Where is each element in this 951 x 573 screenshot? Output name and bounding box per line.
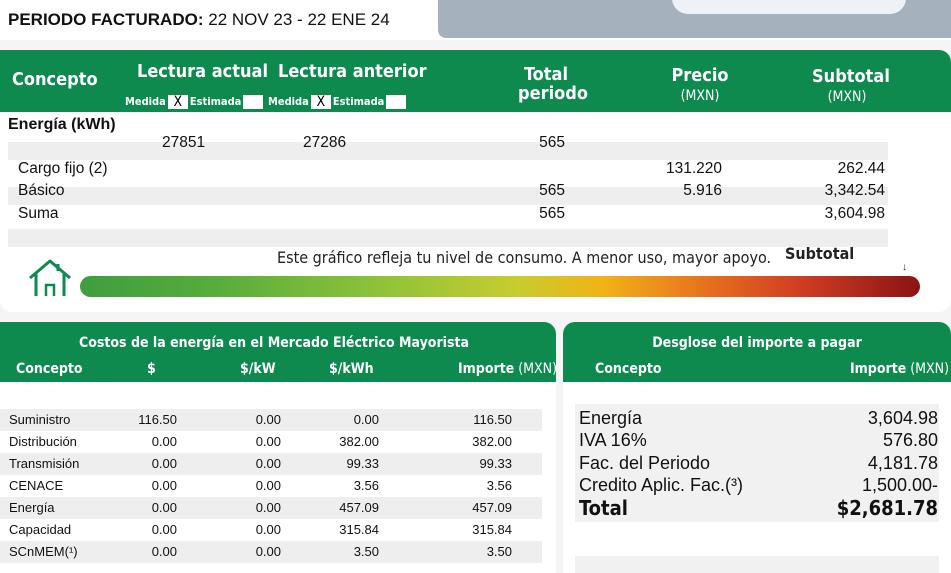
row-amount: 315.84 [472,522,512,537]
row-amount: 3.50 [486,544,512,559]
breakdown-concept: Energía [579,408,643,428]
breakdown-amount: 1,500.00- [861,475,938,495]
row-stripe [8,229,888,247]
market-costs-title: Costos de la energía en el Mercado Eléct… [78,335,469,351]
row-per-kw: 0.00 [255,478,281,493]
col-price: Precio (MXN) [671,65,729,104]
col-concept: Concepto [16,361,83,377]
header-bubble [672,0,906,14]
total-label: Total [579,496,628,520]
row-per-kwh: 457.09 [339,500,379,515]
charge-concept: Suma [18,205,59,222]
gauge-marker-icon: ↓ [902,262,907,273]
energy-section-title: Energía (kWh) [8,116,116,133]
charge-total: 565 [539,182,565,199]
breakdown-panel [575,556,939,573]
table-row: Transmisión 0.00 0.00 99.33 99.33 [0,453,542,475]
consumption-gauge-bar [80,276,920,297]
row-per-kw: 0.00 [255,500,281,515]
total-period-value: 565 [539,134,565,151]
col-concept: Concepto [595,361,662,377]
table-row: Capacidad 0.00 0.00 315.84 315.84 [0,519,556,541]
row-concept: Transmisión [9,456,80,471]
row-dollars: 0.00 [151,478,177,493]
row-dollars: 0.00 [151,456,177,471]
breakdown-amount: 4,181.78 [867,453,938,473]
table-row: SCnMEM(¹) 0.00 0.00 3.50 3.50 [0,541,542,563]
col-total-period: Total periodo [518,64,588,104]
row-amount: 382.00 [472,434,512,449]
row-per-kw: 0.00 [255,522,281,537]
row-dollars: 0.00 [151,500,177,515]
breakdown-concept: Fac. del Periodo [579,453,711,473]
row-dollars: 0.00 [151,544,177,559]
row-dollars: 116.50 [138,412,177,427]
previous-reading-value: 27286 [303,134,347,151]
col-amount: Importe (MXN) [850,361,950,377]
row-amount: 99.33 [479,456,512,471]
measured-check: X [310,94,331,109]
col-per-kw: $/kW [240,361,276,377]
previous-reading-flags: Medida X Estimada [268,91,408,110]
gauge-label: Subtotal [785,244,855,263]
col-subtotal: Subtotal (MXN) [812,66,890,105]
total-amount: $2,681.78 [836,496,938,520]
current-reading-value: 27851 [162,134,206,151]
charge-price: 5.916 [683,182,722,199]
table-row: Suministro 116.50 0.00 0.00 116.50 [0,409,542,431]
charge-subtotal: 262.44 [837,160,885,177]
row-stripe [8,142,888,160]
col-dollars: $ [147,361,156,377]
house-icon [29,259,71,296]
col-concept: Concepto [12,69,98,90]
payment-breakdown-title: Desglose del importe a pagar [652,335,862,351]
breakdown-amount: 576.80 [882,430,938,450]
row-dollars: 0.00 [151,522,177,537]
charge-subtotal: 3,342.54 [824,182,885,199]
current-reading-flags: Medida X Estimada [125,91,265,110]
row-per-kwh: 0.00 [353,412,379,427]
row-per-kw: 0.00 [255,412,281,427]
row-per-kwh: 315.84 [339,522,379,537]
row-per-kwh: 3.50 [353,544,379,559]
row-amount: 457.09 [472,500,512,515]
table-row: Distribución 0.00 0.00 382.00 382.00 [0,431,556,453]
charge-price: 131.220 [665,160,722,177]
row-concept: Suministro [9,412,71,427]
table-row: CENACE 0.00 0.00 3.56 3.56 [0,475,556,497]
billing-period: PERIODO FACTURADO: 22 NOV 23 - 22 ENE 24 [8,10,390,29]
row-stripe [8,187,888,205]
row-concept: CENACE [9,478,64,493]
row-per-kw: 0.00 [255,544,281,559]
charge-concept: Cargo fijo (2) [18,160,108,177]
col-per-kwh: $/kWh [329,361,374,377]
row-concept: Distribución [9,434,77,449]
breakdown-amount: 3,604.98 [867,408,938,428]
col-previous-reading: Lectura anterior [278,61,427,82]
measured-check: X [167,94,188,109]
row-per-kw: 0.00 [255,456,281,471]
gauge-caption: Este gráfico refleja tu nivel de consumo… [277,248,772,267]
row-per-kwh: 3.56 [353,478,379,493]
breakdown-concept: Credito Aplic. Fac.(³) [579,475,744,495]
estimated-check [243,94,264,109]
row-concept: Energía [9,500,55,515]
breakdown-concept: IVA 16% [579,430,647,450]
row-per-kwh: 99.33 [346,456,379,471]
estimated-check [386,94,407,109]
charge-subtotal: 3,604.98 [824,205,885,222]
col-amount: Importe (MXN) [458,361,558,377]
row-amount: 116.50 [473,412,512,427]
row-concept: Capacidad [9,522,72,537]
market-costs-table: Suministro 116.50 0.00 0.00 116.50 Distr… [0,409,556,563]
table-row: Energía 0.00 0.00 457.09 457.09 [0,497,542,519]
row-concept: SCnMEM(¹) [9,544,78,559]
charge-total: 565 [539,205,565,222]
row-per-kwh: 382.00 [339,434,379,449]
row-per-kw: 0.00 [255,434,281,449]
row-amount: 3.56 [486,478,512,493]
col-current-reading: Lectura actual [137,61,268,82]
charge-concept: Básico [18,182,65,199]
row-dollars: 0.00 [151,434,177,449]
